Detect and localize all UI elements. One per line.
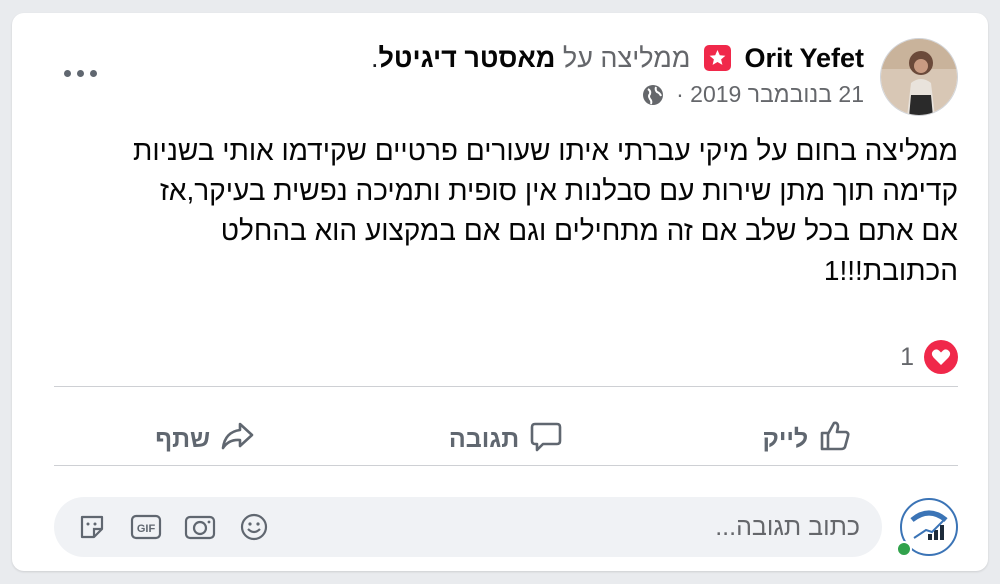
page-name-link[interactable]: מאסטר דיגיטל	[378, 43, 555, 73]
dot-icon	[64, 69, 71, 77]
svg-text:GIF: GIF	[137, 523, 156, 535]
recommend-star-icon	[703, 45, 731, 71]
comment-composer: GIF	[54, 497, 882, 557]
online-status-icon	[896, 541, 912, 557]
share-button[interactable]: שתף	[54, 400, 355, 478]
divider	[54, 386, 958, 387]
post-body: ממליצה בחום על מיקי עברתי איתו שעורים פר…	[133, 135, 958, 286]
sticker-icon[interactable]	[76, 511, 108, 543]
comment-button[interactable]: תגובה	[355, 400, 656, 478]
emoji-icon[interactable]	[238, 511, 270, 543]
recommends-text: ממליצה על	[562, 43, 691, 73]
camera-icon[interactable]	[184, 511, 216, 543]
review-card: Orit Yefet ממליצה על מאסטר דיגיטל. 21 בנ…	[12, 13, 988, 571]
share-label: שתף	[155, 424, 211, 453]
divider	[54, 465, 958, 466]
reactions-summary[interactable]: 1	[900, 339, 958, 375]
share-arrow-icon	[220, 419, 254, 460]
post-date[interactable]: 21 בנובמבר 2019	[690, 81, 864, 107]
more-options-button[interactable]	[64, 63, 104, 83]
meta-separator: ·	[676, 81, 684, 107]
heart-icon	[924, 340, 958, 374]
like-label: לייק	[762, 424, 809, 453]
post-meta: 21 בנובמבר 2019 ·	[304, 79, 864, 113]
action-bar: לייק תגובה שתף	[54, 400, 958, 478]
post-header: Orit Yefet ממליצה על מאסטר דיגיטל. 21 בנ…	[304, 41, 864, 113]
gif-icon[interactable]: GIF	[130, 511, 162, 543]
header-line: Orit Yefet ממליצה על מאסטר דיגיטל.	[304, 41, 864, 75]
composer-icons: GIF	[76, 511, 270, 543]
thumbs-up-icon	[818, 419, 852, 460]
comment-label: תגובה	[448, 424, 520, 453]
author-avatar[interactable]	[880, 38, 958, 116]
dot-icon	[77, 69, 84, 77]
globe-icon	[642, 83, 664, 113]
author-name[interactable]: Orit Yefet	[744, 43, 864, 73]
reaction-count: 1	[900, 342, 914, 371]
like-button[interactable]: לייק	[657, 400, 958, 478]
comment-bubble-icon	[529, 419, 563, 460]
dot-icon	[90, 69, 97, 77]
comment-input[interactable]	[270, 512, 860, 542]
